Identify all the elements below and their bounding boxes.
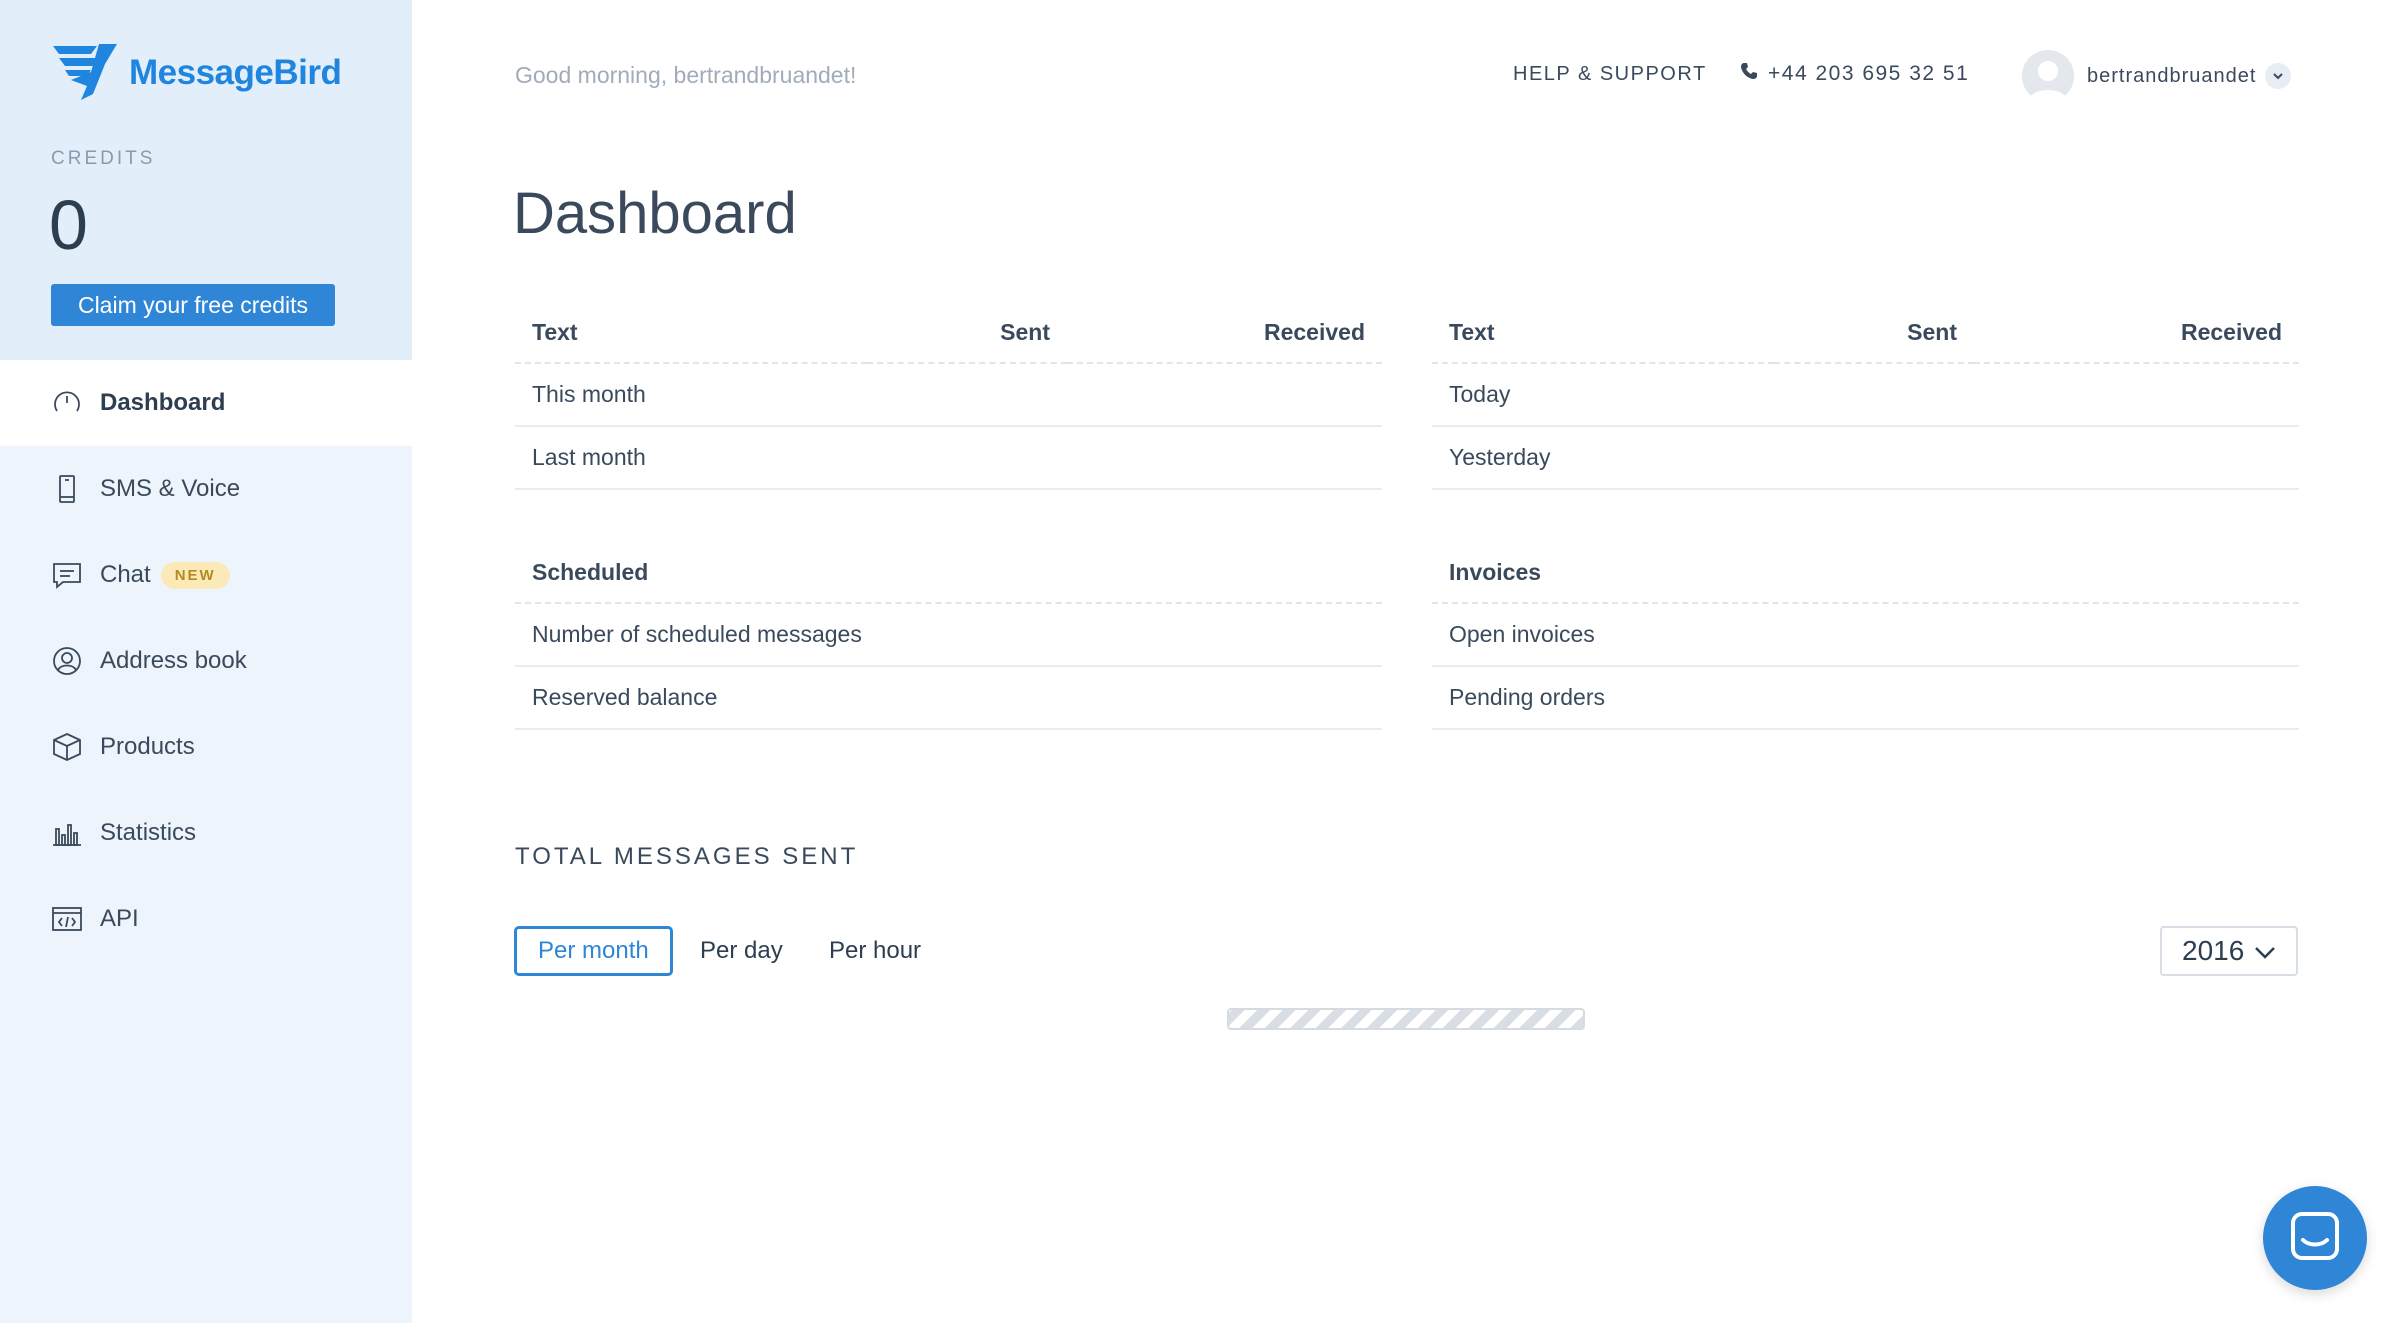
user-menu[interactable]: bertrandbruandet (2022, 50, 2292, 102)
per-day-button[interactable]: Per day (677, 926, 806, 976)
username: bertrandbruandet (2087, 64, 2257, 87)
dashboard-gauge-icon (51, 387, 83, 419)
received-value (1067, 363, 1382, 427)
table-row: This month (515, 363, 1382, 427)
received-value (1974, 426, 2299, 490)
box-icon (51, 731, 83, 763)
credits-value: 0 (49, 186, 88, 264)
sidebar-item-dashboard[interactable]: Dashboard (0, 360, 412, 446)
sidebar-item-label: Dashboard (100, 389, 226, 416)
row-label: Pending orders (1432, 666, 2299, 730)
sent-value (1774, 363, 1974, 427)
phone-icon (1740, 62, 1768, 86)
sidebar: MessageBird CREDITS 0 Claim your free cr… (0, 0, 412, 1323)
support-phone[interactable]: +44 203 695 32 51 (1740, 62, 1969, 86)
column-header: Sent (1774, 303, 1974, 364)
row-label: Open invoices (1432, 603, 2299, 667)
chat-bubble-icon (51, 559, 83, 591)
received-value (1974, 363, 2299, 427)
sidebar-item-statistics[interactable]: Statistics (0, 790, 412, 876)
sidebar-item-address-book[interactable]: Address book (0, 618, 412, 704)
contact-user-icon (51, 645, 83, 677)
table-header-row: Scheduled (515, 543, 1382, 604)
sent-value (867, 363, 1067, 427)
mobile-phone-icon (51, 473, 83, 505)
phone-number: +44 203 695 32 51 (1768, 62, 1970, 85)
column-header: Text (515, 303, 867, 364)
table-row: Pending orders (1432, 666, 2299, 730)
sidebar-nav: Dashboard SMS & Voice Chat NEW Address b… (0, 360, 412, 962)
table-header-row: Text Sent Received (1432, 303, 2299, 364)
code-window-icon (51, 903, 83, 935)
table-row: Reserved balance (515, 666, 1382, 730)
table-header-row: Text Sent Received (515, 303, 1382, 364)
text-monthly-table: Text Sent Received This month Last month (515, 303, 1382, 490)
brand-name: MessageBird (129, 53, 342, 92)
table-row: Today (1432, 363, 2299, 427)
column-header: Scheduled (515, 543, 1382, 604)
sidebar-item-label: SMS & Voice (100, 475, 241, 502)
per-hour-button[interactable]: Per hour (806, 926, 944, 976)
sidebar-credits-panel: MessageBird CREDITS 0 Claim your free cr… (0, 0, 412, 360)
scheduled-table: Scheduled Number of scheduled messages R… (515, 543, 1382, 730)
sent-value (1774, 426, 1974, 490)
sidebar-item-label: Statistics (100, 819, 197, 846)
column-header: Received (1974, 303, 2299, 364)
row-label: Today (1432, 363, 1774, 427)
chevron-down-icon (2254, 935, 2276, 967)
row-label: Number of scheduled messages (515, 603, 1382, 667)
messagebird-bird-icon (51, 42, 117, 105)
table-row: Last month (515, 426, 1382, 490)
sidebar-item-label: Products (100, 733, 195, 760)
chevron-down-icon (2265, 63, 2292, 89)
column-header: Received (1067, 303, 1382, 364)
greeting-text: Good morning, bertrandbruandet! (515, 62, 857, 88)
row-label: Reserved balance (515, 666, 1382, 730)
claim-free-credits-button[interactable]: Claim your free credits (51, 284, 335, 326)
total-messages-title: TOTAL MESSAGES SENT (515, 843, 859, 870)
sidebar-item-label: Chat (100, 561, 151, 588)
invoices-table: Invoices Open invoices Pending orders (1432, 543, 2299, 730)
sidebar-item-label: API (100, 905, 139, 932)
table-row: Yesterday (1432, 426, 2299, 490)
column-header: Invoices (1432, 543, 2299, 604)
help-support-link[interactable]: HELP & SUPPORT (1513, 63, 1707, 86)
sidebar-item-label: Address book (100, 647, 247, 674)
table-header-row: Invoices (1432, 543, 2299, 604)
bar-chart-icon (51, 817, 83, 849)
credits-label: CREDITS (51, 148, 156, 169)
sidebar-item-sms-voice[interactable]: SMS & Voice (0, 446, 412, 532)
table-row: Number of scheduled messages (515, 603, 1382, 667)
avatar (2022, 50, 2074, 102)
sidebar-item-chat[interactable]: Chat NEW (0, 532, 412, 618)
table-row: Open invoices (1432, 603, 2299, 667)
chat-launcher-button[interactable] (2263, 1186, 2367, 1290)
row-label: Yesterday (1432, 426, 1774, 490)
per-month-button[interactable]: Per month (514, 926, 673, 976)
sent-value (867, 426, 1067, 490)
chat-icon (2289, 1210, 2341, 1267)
logo[interactable]: MessageBird (51, 42, 412, 105)
received-value (1067, 426, 1382, 490)
row-label: Last month (515, 426, 867, 490)
year-select[interactable]: 2016 (2160, 926, 2298, 976)
year-value: 2016 (2182, 935, 2245, 966)
column-header: Sent (867, 303, 1067, 364)
column-header: Text (1432, 303, 1774, 364)
row-label: This month (515, 363, 867, 427)
sidebar-item-api[interactable]: API (0, 876, 412, 962)
loading-indicator (1227, 1008, 1585, 1030)
new-badge: NEW (160, 561, 230, 589)
text-daily-table: Text Sent Received Today Yesterday (1432, 303, 2299, 490)
page-title: Dashboard (513, 181, 797, 246)
sidebar-item-products[interactable]: Products (0, 704, 412, 790)
